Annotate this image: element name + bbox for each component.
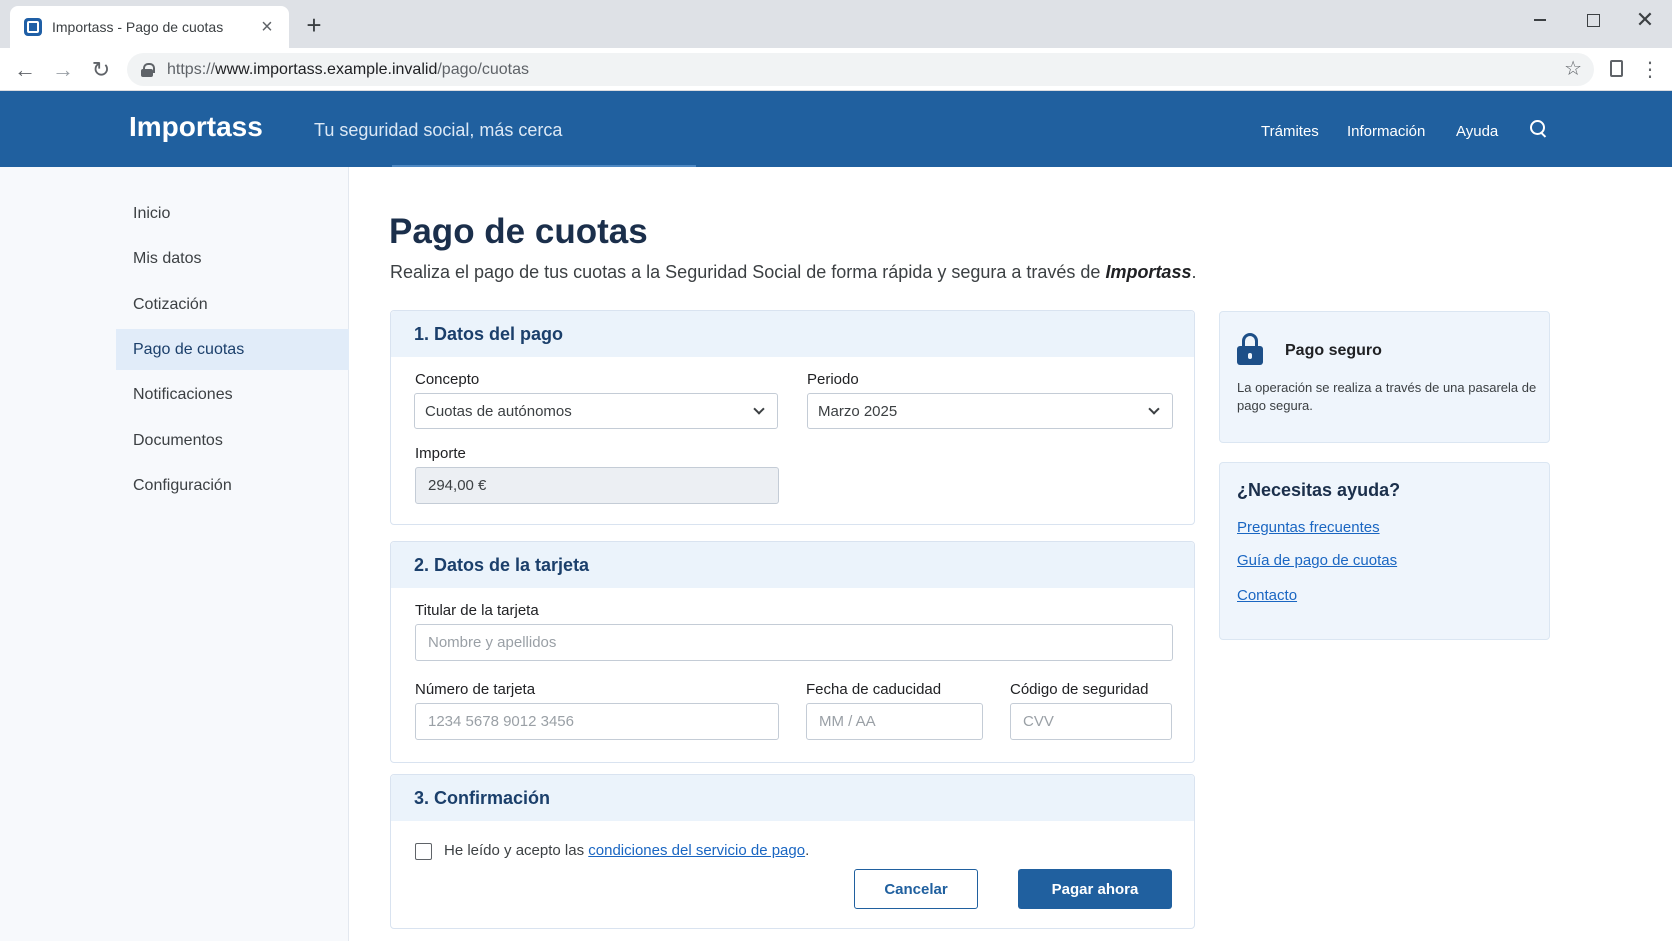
help-title: ¿Necesitas ayuda?: [1237, 480, 1401, 500]
sidebar-item-documentos[interactable]: Documentos: [116, 420, 349, 461]
chevron-down-icon: [753, 403, 765, 415]
sidebar-item-notificaciones[interactable]: Notificaciones: [116, 374, 349, 415]
url-text: https://www.importass.example.invalid/pa…: [167, 60, 529, 78]
browser-tab[interactable]: Importass - Pago de cuotas ×: [10, 6, 289, 48]
confirmation-heading: 3. Confirmación: [391, 775, 1194, 821]
help-link-contact[interactable]: Contacto: [1237, 587, 1297, 604]
forward-arrow-icon[interactable]: →: [49, 56, 77, 84]
sidebar-item-configuracion[interactable]: Configuración: [116, 465, 349, 506]
confirmation-panel: 3. Confirmación He leído y acepto las co…: [390, 774, 1195, 929]
terms-checkbox[interactable]: [415, 843, 432, 860]
expiry-label: Fecha de caducidad: [806, 681, 942, 698]
tab-close-icon[interactable]: ×: [257, 17, 277, 37]
site-header: Importass Tu seguridad social, más cerca…: [0, 91, 1672, 167]
concepto-select[interactable]: Cuotas de autónomos: [414, 393, 778, 429]
nav-link-ayuda[interactable]: Ayuda: [1456, 123, 1498, 140]
page-info-icon[interactable]: [1610, 60, 1623, 77]
nav-link-informacion[interactable]: Información: [1347, 123, 1425, 140]
window-minimize-icon[interactable]: [1520, 6, 1560, 34]
address-bar[interactable]: https://www.importass.example.invalid/pa…: [127, 53, 1594, 86]
terms-label: He leído y acepto las condiciones del se…: [444, 842, 810, 859]
periodo-select[interactable]: Marzo 2025: [807, 393, 1173, 429]
back-arrow-icon[interactable]: ←: [11, 56, 39, 84]
page-title: Pago de cuotas: [389, 212, 648, 251]
browser-toolbar: ← → ↻ https://www.importass.example.inva…: [0, 48, 1672, 91]
help-card: ¿Necesitas ayuda? Preguntas frecuentes G…: [1219, 462, 1550, 640]
concepto-label: Concepto: [415, 371, 480, 388]
importe-field: [415, 467, 779, 504]
chevron-down-icon: [1148, 403, 1160, 415]
secure-lock-icon: [141, 62, 155, 77]
window-maximize-icon[interactable]: [1573, 6, 1613, 34]
cancel-button[interactable]: Cancelar: [854, 869, 978, 909]
expiry-input[interactable]: [806, 703, 983, 740]
tab-title: Importass - Pago de cuotas: [52, 19, 224, 35]
search-icon[interactable]: [1530, 120, 1548, 138]
lock-icon: [1237, 333, 1263, 365]
card-holder-label: Titular de la tarjeta: [415, 602, 539, 619]
concepto-value: Cuotas de autónomos: [425, 402, 572, 420]
sidebar-item-mis-datos[interactable]: Mis datos: [116, 238, 349, 279]
sidebar-item-inicio[interactable]: Inicio: [116, 193, 349, 234]
card-holder-input[interactable]: [415, 624, 1173, 661]
sidebar-item-cotizacion[interactable]: Cotización: [116, 284, 349, 325]
secure-payment-text: La operación se realiza a través de una …: [1237, 380, 1537, 413]
payment-details-heading: 1. Datos del pago: [391, 311, 1194, 357]
browser-tabstrip: Importass - Pago de cuotas × + ✕: [0, 0, 1672, 48]
new-tab-icon[interactable]: +: [300, 12, 328, 40]
bookmark-star-icon[interactable]: ☆: [1564, 56, 1582, 81]
pay-now-button[interactable]: Pagar ahora: [1018, 869, 1172, 909]
terms-link[interactable]: condiciones del servicio de pago: [588, 842, 805, 859]
help-link-faq[interactable]: Preguntas frecuentes: [1237, 519, 1380, 536]
reload-icon[interactable]: ↻: [87, 56, 115, 84]
sidebar-item-pago-de-cuotas[interactable]: Pago de cuotas: [116, 329, 349, 370]
payment-details-panel: 1. Datos del pago Concepto Cuotas de aut…: [390, 310, 1195, 525]
site-tagline: Tu seguridad social, más cerca: [314, 120, 563, 140]
site-logo[interactable]: Importass: [129, 111, 263, 143]
cvv-input[interactable]: [1010, 703, 1172, 740]
periodo-label: Periodo: [807, 371, 859, 388]
secure-payment-card: Pago seguro La operación se realiza a tr…: [1219, 311, 1550, 443]
cvv-label: Código de seguridad: [1010, 681, 1149, 698]
window-close-icon[interactable]: ✕: [1625, 6, 1665, 34]
help-link-guide[interactable]: Guía de pago de cuotas: [1237, 552, 1397, 569]
card-number-label: Número de tarjeta: [415, 681, 536, 698]
card-details-heading: 2. Datos de la tarjeta: [391, 542, 1194, 588]
page-description: Realiza el pago de tus cuotas a la Segur…: [390, 262, 1197, 282]
importe-label: Importe: [415, 445, 466, 462]
card-details-panel: 2. Datos de la tarjeta Titular de la tar…: [390, 541, 1195, 763]
nav-link-tramites[interactable]: Trámites: [1261, 123, 1319, 140]
periodo-value: Marzo 2025: [818, 402, 898, 420]
browser-menu-icon[interactable]: ⋮: [1640, 56, 1660, 84]
card-number-input[interactable]: [415, 703, 779, 740]
secure-payment-title: Pago seguro: [1285, 342, 1382, 359]
site-favicon-icon: [24, 18, 42, 36]
sidebar: Inicio Mis datos Cotización Pago de cuot…: [0, 167, 349, 941]
